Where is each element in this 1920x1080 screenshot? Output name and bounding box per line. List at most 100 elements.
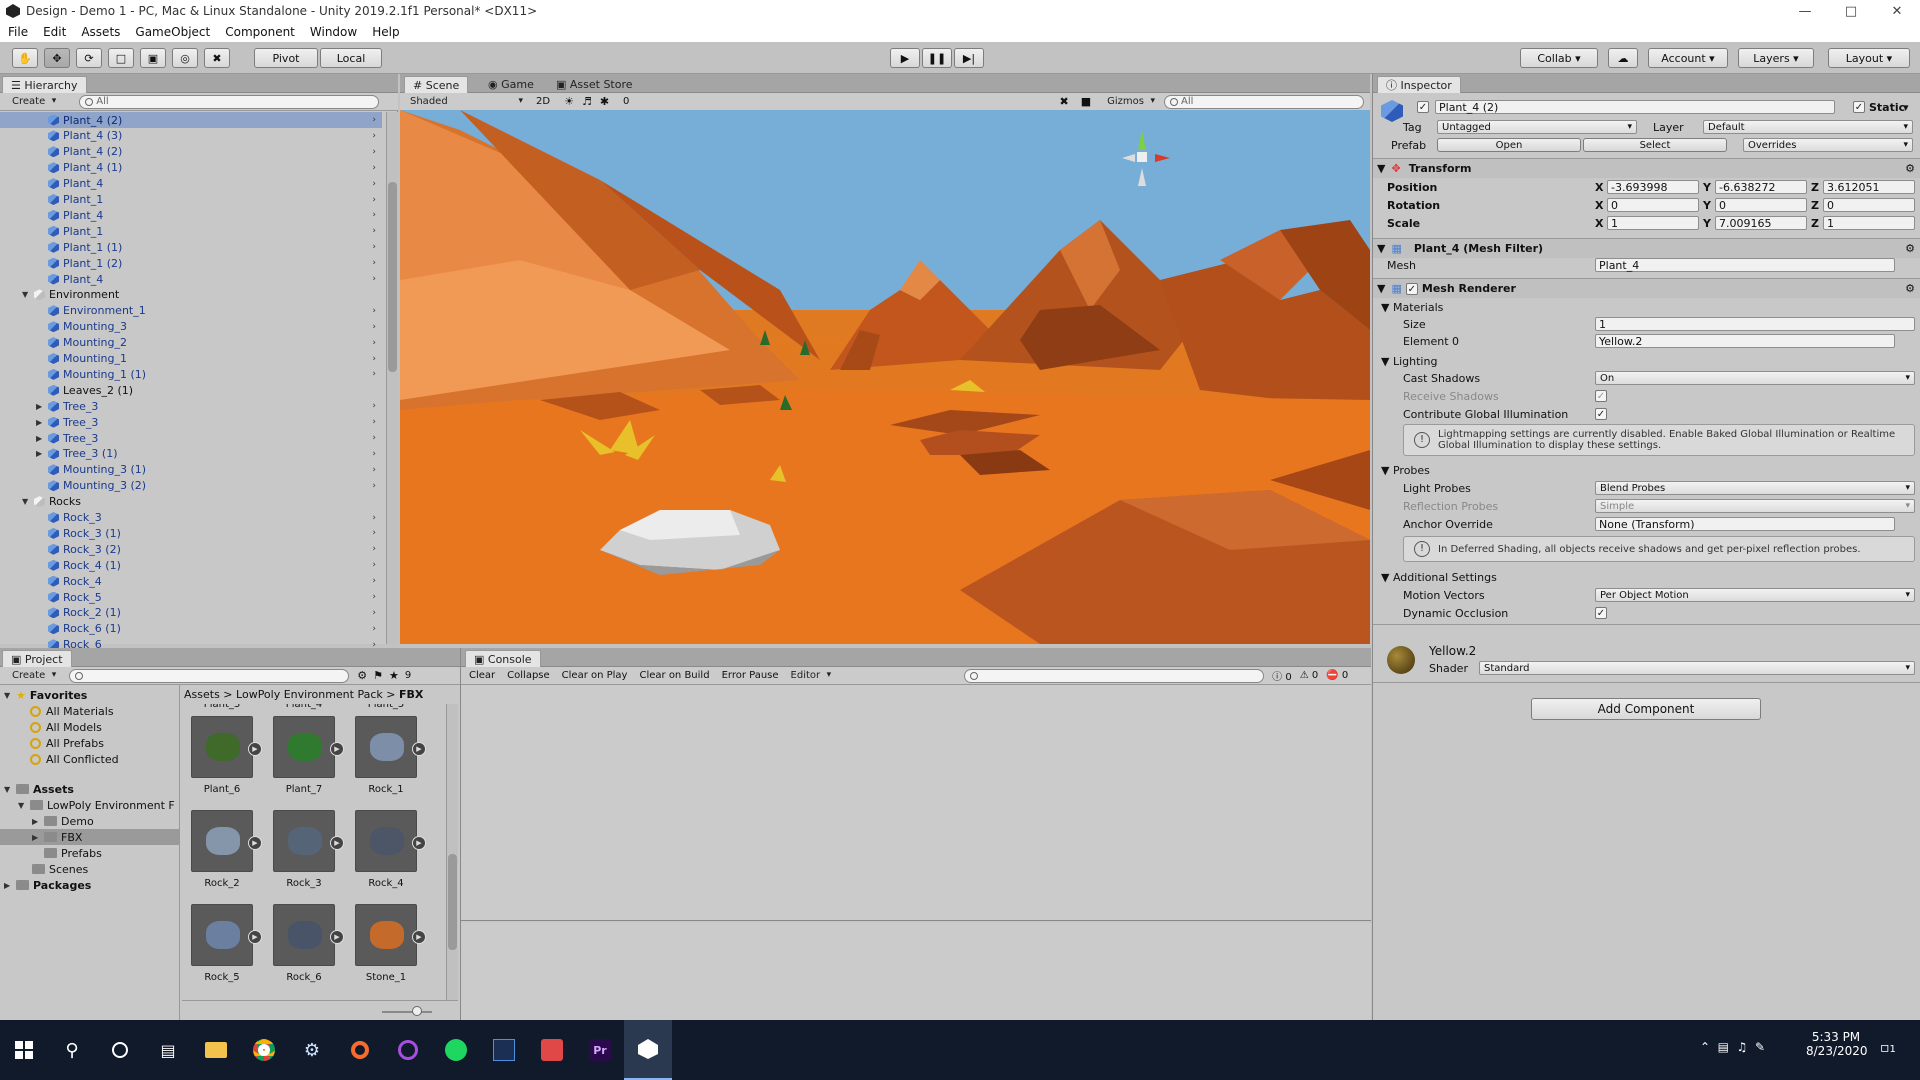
hierarchy-row[interactable]: Mounting_1 › — [0, 351, 382, 367]
search-icon[interactable]: ⚲ — [48, 1020, 96, 1080]
prefab-open-arrow-icon[interactable]: › — [372, 417, 376, 427]
maximize-button[interactable]: □ — [1828, 0, 1874, 22]
transform-tool-icon[interactable]: ◎ — [172, 48, 198, 68]
hierarchy-row[interactable]: Rock_4 › — [0, 573, 382, 589]
step-button[interactable]: ▶| — [954, 48, 984, 68]
clock[interactable]: 5:33 PM 8/23/2020 — [1806, 1030, 1868, 1058]
hierarchy-create-dropdown[interactable]: Create — [8, 96, 59, 107]
breadcrumb-lowpoly[interactable]: LowPoly Environment Pack — [236, 688, 383, 701]
transform-x-field[interactable]: 0 — [1607, 198, 1699, 212]
foldout-open-icon[interactable]: ▼ — [22, 497, 32, 506]
object-name-field[interactable]: Plant_4 (2) — [1435, 100, 1835, 114]
hierarchy-row[interactable]: Rock_3 (2) › — [0, 541, 382, 557]
transform-z-field[interactable]: 1 — [1823, 216, 1915, 230]
hierarchy-row[interactable]: Mounting_3 (1) › — [0, 462, 382, 478]
static-checkbox[interactable]: ✓ — [1853, 101, 1865, 113]
minimize-button[interactable]: — — [1782, 0, 1828, 22]
system-tray-icons[interactable]: ⌃ ▤ ♫ ✎ — [1700, 1040, 1765, 1054]
receive-shadows-checkbox[interactable]: ✓ — [1595, 390, 1607, 402]
audio-toggle-icon[interactable]: ♬ — [582, 95, 592, 108]
scale-tool-icon[interactable]: □ — [108, 48, 134, 68]
menu-assets[interactable]: Assets — [81, 25, 120, 39]
prefab-open-arrow-icon[interactable]: › — [372, 576, 376, 586]
meshfilter-header[interactable]: ▼ ▦ Plant_4 (Mesh Filter) ⚙ — [1373, 238, 1920, 258]
hierarchy-row[interactable]: Rock_6 (1) › — [0, 621, 382, 637]
collab-dropdown[interactable]: Collab ▾ — [1520, 48, 1598, 68]
asset-tile[interactable]: ▶ — [273, 904, 344, 966]
probes-foldout[interactable]: ▼ Probes — [1381, 464, 1430, 477]
motion-vectors-dropdown[interactable]: Per Object Motion — [1595, 588, 1915, 602]
warning-count[interactable]: ⚠ 0 — [1300, 670, 1319, 681]
prefab-open-arrow-icon[interactable]: › — [372, 242, 376, 252]
origin-icon[interactable] — [336, 1020, 384, 1080]
prefab-open-arrow-icon[interactable]: › — [372, 179, 376, 189]
expand-asset-icon[interactable]: ▶ — [412, 742, 426, 756]
prefab-open-arrow-icon[interactable]: › — [372, 465, 376, 475]
console-error-pause-button[interactable]: Error Pause — [722, 670, 779, 681]
hierarchy-scroll-thumb[interactable] — [388, 182, 397, 372]
expand-asset-icon[interactable]: ▶ — [412, 930, 426, 944]
transform-y-field[interactable]: -6.638272 — [1715, 180, 1807, 194]
layers-dropdown[interactable]: Layers ▾ — [1738, 48, 1814, 68]
error-count[interactable]: ⛔ 0 — [1326, 670, 1348, 681]
component-settings-icon[interactable]: ⚙ — [1905, 162, 1915, 175]
close-button[interactable]: ✕ — [1874, 0, 1920, 22]
hierarchy-row[interactable]: Plant_4 › — [0, 176, 382, 192]
tab-inspector[interactable]: ⓘ Inspector — [1377, 76, 1461, 93]
shader-dropdown[interactable]: Standard — [1479, 661, 1915, 675]
element0-field[interactable]: Yellow.2 — [1595, 334, 1895, 348]
hidden-packages-count[interactable]: 9 — [405, 670, 411, 681]
prefab-overrides-dropdown[interactable]: Overrides — [1743, 138, 1913, 152]
hierarchy-row[interactable]: ▶ Tree_3 › — [0, 398, 382, 414]
hierarchy-row[interactable]: Mounting_3 (2) › — [0, 478, 382, 494]
tab-hierarchy[interactable]: ☰ Hierarchy — [2, 76, 87, 93]
prefab-open-arrow-icon[interactable]: › — [372, 528, 376, 538]
hierarchy-row[interactable]: ▼ Environment — [0, 287, 382, 303]
transform-x-field[interactable]: -3.693998 — [1607, 180, 1699, 194]
meshrenderer-enabled-checkbox[interactable]: ✓ — [1405, 282, 1418, 295]
transform-z-field[interactable]: 3.612051 — [1823, 180, 1915, 194]
layer-dropdown[interactable]: Default — [1703, 120, 1913, 134]
tab-scene[interactable]: # Scene — [404, 76, 469, 93]
hierarchy-search-input[interactable]: All — [79, 94, 380, 109]
transform-z-field[interactable]: 0 — [1823, 198, 1915, 212]
scene-search-input[interactable]: All — [1164, 94, 1364, 109]
favorite-all-prefabs[interactable]: All Prefabs — [30, 735, 104, 751]
prefab-open-arrow-icon[interactable]: › — [372, 338, 376, 348]
transform-header[interactable]: ▼ ✥ Transform ⚙ — [1373, 158, 1920, 178]
prefab-open-arrow-icon[interactable]: › — [372, 115, 376, 125]
asset-tile[interactable]: ▶ — [355, 904, 426, 966]
zoom-slider[interactable] — [382, 1011, 432, 1013]
prefab-open-arrow-icon[interactable]: › — [372, 274, 376, 284]
prefab-open-arrow-icon[interactable]: › — [372, 322, 376, 332]
asset-grid-scrollbar[interactable] — [446, 704, 458, 1000]
steam-icon[interactable]: ⚙ — [288, 1020, 336, 1080]
shading-mode-dropdown[interactable]: Shaded — [406, 96, 526, 107]
hierarchy-row[interactable]: Rock_4 (1) › — [0, 557, 382, 573]
project-create-dropdown[interactable]: Create — [8, 670, 59, 681]
prefab-open-arrow-icon[interactable]: › — [372, 226, 376, 236]
hierarchy-row[interactable]: Plant_1 (1) › — [0, 239, 382, 255]
console-clear-on-play-button[interactable]: Clear on Play — [562, 670, 628, 681]
tor-icon[interactable] — [384, 1020, 432, 1080]
expand-asset-icon[interactable]: ▶ — [248, 742, 262, 756]
tab-project[interactable]: ▣ Project — [2, 650, 72, 667]
meshrenderer-header[interactable]: ▼ ▦ ✓ Mesh Renderer ⚙ — [1373, 278, 1920, 298]
hierarchy-row[interactable]: Plant_4 (2) › — [0, 112, 382, 128]
move-tool-icon[interactable]: ✥ — [44, 48, 70, 68]
console-search-input[interactable] — [964, 668, 1265, 683]
spotify-icon[interactable] — [432, 1020, 480, 1080]
prefab-open-arrow-icon[interactable]: › — [372, 354, 376, 364]
materials-foldout[interactable]: ▼ Materials — [1381, 301, 1443, 314]
hierarchy-row[interactable]: Rock_5 › — [0, 589, 382, 605]
console-clear-on-build-button[interactable]: Clear on Build — [639, 670, 709, 681]
hierarchy-row[interactable]: Environment_1 › — [0, 303, 382, 319]
prefab-open-arrow-icon[interactable]: › — [372, 449, 376, 459]
asset-tile[interactable]: ▶ — [355, 810, 426, 872]
prefab-open-arrow-icon[interactable]: › — [372, 481, 376, 491]
light-probes-dropdown[interactable]: Blend Probes — [1595, 481, 1915, 495]
folder-demo[interactable]: ▶ Demo — [32, 813, 94, 829]
favorite-icon[interactable]: ★ — [389, 669, 399, 682]
favorite-all-materials[interactable]: All Materials — [30, 703, 114, 719]
folder-prefabs[interactable]: Prefabs — [44, 845, 102, 861]
